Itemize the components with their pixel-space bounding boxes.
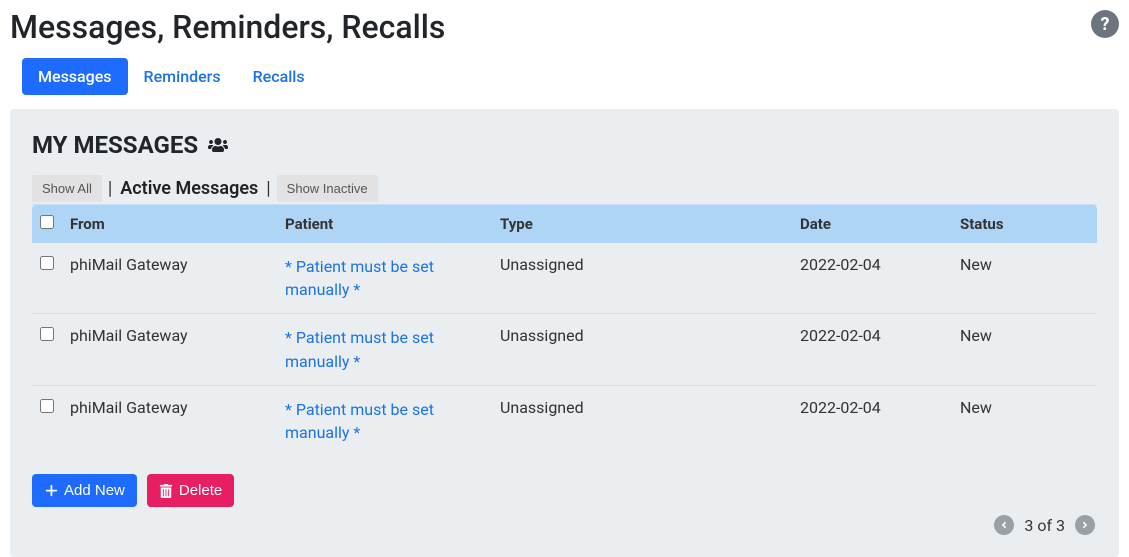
separator: | — [106, 178, 114, 199]
messages-panel: MY MESSAGES Show All | Active Messages |… — [10, 109, 1119, 557]
cell-from: phiMail Gateway — [62, 243, 277, 314]
tab-reminders[interactable]: Reminders — [128, 58, 237, 95]
cell-from: phiMail Gateway — [62, 385, 277, 456]
page-prev-button[interactable] — [994, 515, 1014, 535]
filter-row: Show All | Active Messages | Show Inacti… — [32, 175, 1097, 202]
plus-icon — [44, 484, 58, 498]
messages-table: From Patient Type Date Status phiMail Ga… — [32, 204, 1097, 456]
add-new-button[interactable]: Add New — [32, 474, 137, 507]
delete-button[interactable]: Delete — [147, 474, 234, 507]
page-info: 3 of 3 — [1024, 516, 1065, 535]
cell-status: New — [952, 243, 1097, 314]
cell-type: Unassigned — [492, 385, 792, 456]
header-status[interactable]: Status — [952, 205, 1097, 244]
page-title: Messages, Reminders, Recalls — [10, 8, 445, 46]
header-from[interactable]: From — [62, 205, 277, 244]
section-header: MY MESSAGES — [32, 131, 1097, 159]
filter-show-all[interactable]: Show All — [32, 175, 102, 202]
row-checkbox[interactable] — [40, 327, 54, 341]
actions-row: Add New Delete — [32, 474, 1097, 507]
chevron-right-icon — [1081, 520, 1089, 530]
cell-type: Unassigned — [492, 243, 792, 314]
tabs-nav: Messages Reminders Recalls — [0, 58, 1129, 95]
people-icon[interactable] — [208, 136, 228, 154]
tab-recalls[interactable]: Recalls — [237, 58, 321, 95]
filter-show-inactive[interactable]: Show Inactive — [277, 175, 378, 202]
header-date[interactable]: Date — [792, 205, 952, 244]
cell-date: 2022-02-04 — [792, 314, 952, 385]
header-type[interactable]: Type — [492, 205, 792, 244]
table-row: phiMail Gateway * Patient must be set ma… — [32, 385, 1097, 456]
add-new-label: Add New — [64, 482, 125, 499]
page-next-button[interactable] — [1075, 515, 1095, 535]
cell-status: New — [952, 314, 1097, 385]
header-checkbox-cell — [32, 205, 62, 244]
patient-link[interactable]: * Patient must be set manually * — [285, 398, 455, 444]
table-row: phiMail Gateway * Patient must be set ma… — [32, 314, 1097, 385]
cell-from: phiMail Gateway — [62, 314, 277, 385]
header-patient[interactable]: Patient — [277, 205, 492, 244]
row-checkbox[interactable] — [40, 399, 54, 413]
tab-messages[interactable]: Messages — [22, 58, 128, 95]
cell-date: 2022-02-04 — [792, 385, 952, 456]
help-icon[interactable]: ? — [1091, 10, 1119, 38]
table-row: phiMail Gateway * Patient must be set ma… — [32, 243, 1097, 314]
patient-link[interactable]: * Patient must be set manually * — [285, 326, 455, 372]
filter-active-label: Active Messages — [118, 178, 260, 199]
patient-link[interactable]: * Patient must be set manually * — [285, 255, 455, 301]
chevron-left-icon — [1000, 520, 1008, 530]
separator: | — [264, 178, 272, 199]
section-title: MY MESSAGES — [32, 131, 198, 159]
cell-status: New — [952, 385, 1097, 456]
trash-icon — [159, 484, 173, 498]
cell-type: Unassigned — [492, 314, 792, 385]
select-all-checkbox[interactable] — [40, 215, 54, 229]
row-checkbox[interactable] — [40, 256, 54, 270]
cell-date: 2022-02-04 — [792, 243, 952, 314]
delete-label: Delete — [179, 482, 222, 499]
pagination: 3 of 3 — [32, 515, 1097, 535]
